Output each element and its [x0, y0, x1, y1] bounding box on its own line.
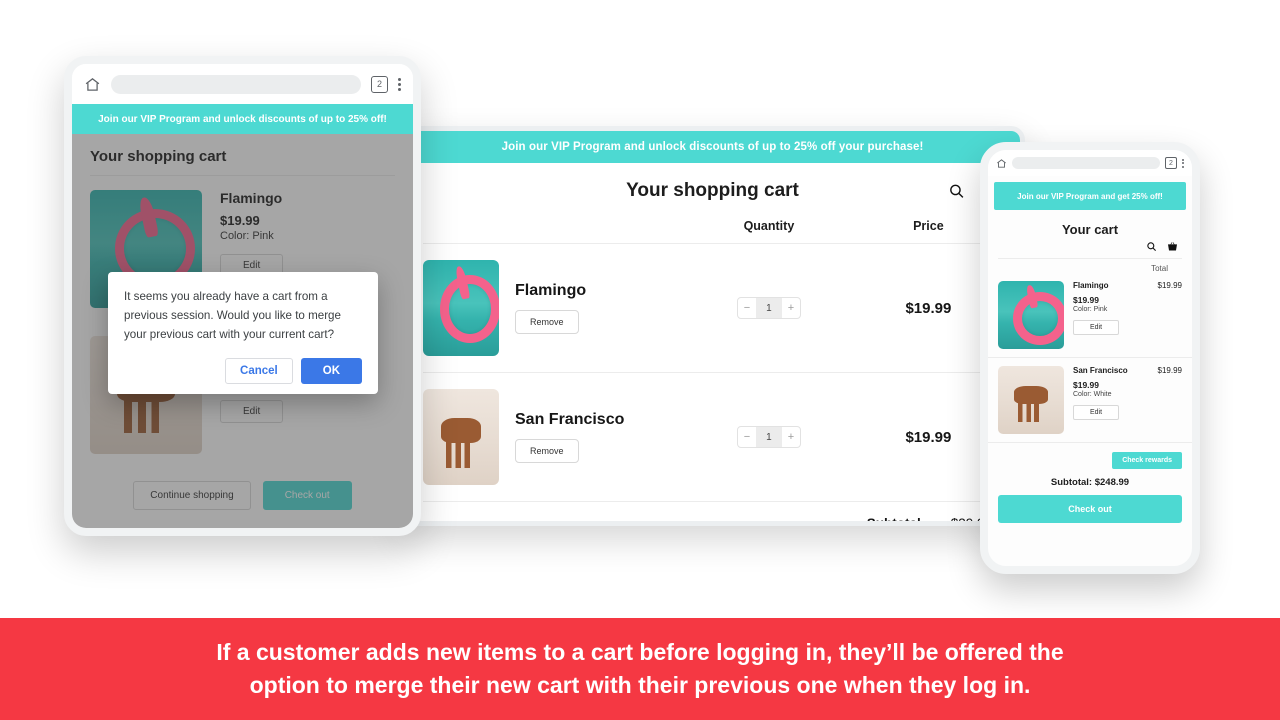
phone-browser-chrome: 2: [988, 150, 1192, 176]
table-row: Flamingo Remove − 1 + $19.99: [423, 244, 1002, 373]
remove-button[interactable]: Remove: [515, 310, 579, 334]
basket-icon[interactable]: [1167, 241, 1178, 252]
desktop-quantity-cell: − 1 +: [683, 297, 855, 319]
list-item: San Francisco $19.99 $19.99 Color: White…: [988, 358, 1192, 443]
quantity-stepper[interactable]: − 1 +: [736, 297, 801, 319]
cancel-button[interactable]: Cancel: [225, 358, 293, 385]
kebab-menu-icon[interactable]: [398, 77, 401, 91]
tab-count-button[interactable]: 2: [1165, 157, 1177, 169]
desktop-device-mockup: Join our VIP Program and unlock discount…: [400, 126, 1025, 526]
desktop-store-header: Your shopping cart: [405, 163, 1020, 219]
desktop-product-cell: Flamingo Remove: [423, 260, 683, 356]
phone-vip-banner: Join our VIP Program and get 25% off!: [994, 182, 1186, 210]
desktop-subtotal-row: Subtotal $39.98: [423, 502, 1002, 526]
quantity-stepper[interactable]: − 1 +: [736, 426, 801, 448]
quantity-value[interactable]: 1: [755, 298, 782, 318]
quantity-value[interactable]: 1: [755, 427, 782, 447]
desktop-column-headers: Quantity Price: [423, 219, 1002, 244]
dialog-actions: Cancel OK: [124, 358, 362, 385]
product-thumbnail-san-francisco: [423, 389, 499, 485]
column-header-product: [423, 219, 683, 233]
check-rewards-button[interactable]: Check rewards: [1112, 452, 1182, 469]
product-thumbnail-flamingo: [998, 281, 1064, 349]
caption-banner: If a customer adds new items to a cart b…: [0, 618, 1280, 720]
edit-button[interactable]: Edit: [1073, 320, 1120, 335]
phone-header-icons: [988, 241, 1192, 258]
desktop-product-cell: San Francisco Remove: [423, 389, 683, 485]
product-name: Flamingo: [1073, 281, 1109, 290]
product-name: San Francisco: [1073, 366, 1128, 375]
tablet-browser-chrome: 2: [72, 64, 413, 104]
home-icon[interactable]: [996, 158, 1007, 169]
list-item: Flamingo $19.99 $19.99 Color: Pink Edit: [988, 273, 1192, 358]
quantity-increment-button[interactable]: +: [782, 431, 800, 443]
phone-page-title: Your cart: [1061, 222, 1119, 237]
desktop-quantity-cell: − 1 +: [683, 426, 855, 448]
quantity-decrement-button[interactable]: −: [738, 302, 756, 314]
tab-count-button[interactable]: 2: [371, 75, 388, 93]
phone-device-mockup: 2 Join our VIP Program and get 25% off! …: [980, 142, 1200, 574]
search-icon[interactable]: [948, 183, 965, 200]
subtotal-value: Subtotal: $248.99: [1050, 477, 1130, 488]
dialog-message: It seems you already have a cart from a …: [124, 290, 341, 341]
url-input[interactable]: [1012, 157, 1160, 169]
product-name: San Francisco: [515, 411, 625, 428]
product-name: Flamingo: [515, 282, 587, 299]
table-row: San Francisco Remove − 1 + $19.99: [423, 373, 1002, 502]
product-thumbnail-san-francisco: [998, 366, 1064, 434]
desktop-cart-body: Quantity Price Flamingo Remove − 1 + $19…: [405, 219, 1020, 526]
home-icon[interactable]: [84, 76, 101, 93]
url-input[interactable]: [111, 74, 361, 94]
ok-button[interactable]: OK: [300, 358, 362, 385]
product-price: $19.99: [1073, 295, 1099, 305]
tablet-vip-banner: Join our VIP Program and unlock discount…: [72, 104, 413, 134]
caption-line-1: If a customer adds new items to a cart b…: [216, 638, 1064, 665]
product-thumbnail-flamingo: [423, 260, 499, 356]
phone-rewards-row: Check rewards: [988, 443, 1192, 469]
search-icon[interactable]: [1146, 241, 1157, 252]
column-header-quantity: Quantity: [743, 219, 795, 233]
product-row-price: $19.99: [1157, 366, 1182, 375]
quantity-increment-button[interactable]: +: [782, 302, 800, 314]
caption-line-2: option to merge their new cart with thei…: [249, 672, 1031, 698]
product-row-price: $19.99: [1157, 281, 1182, 290]
product-price: $19.99: [1073, 380, 1099, 390]
product-color: Color: White: [1073, 391, 1112, 398]
kebab-menu-icon[interactable]: [1182, 158, 1184, 168]
desktop-vip-banner: Join our VIP Program and unlock discount…: [405, 131, 1020, 163]
product-color: Color: Pink: [1073, 306, 1108, 313]
merge-cart-dialog: It seems you already have a cart from a …: [108, 272, 378, 395]
quantity-decrement-button[interactable]: −: [738, 431, 756, 443]
desktop-page-title: Your shopping cart: [626, 180, 799, 201]
subtotal-label: Subtotal: [866, 516, 921, 526]
edit-button[interactable]: Edit: [1073, 405, 1120, 420]
remove-button[interactable]: Remove: [515, 439, 579, 463]
phone-total-header: Total: [998, 258, 1182, 273]
screenshot-stage: Join our VIP Program and unlock discount…: [0, 0, 1280, 720]
checkout-button[interactable]: Check out: [998, 495, 1182, 523]
